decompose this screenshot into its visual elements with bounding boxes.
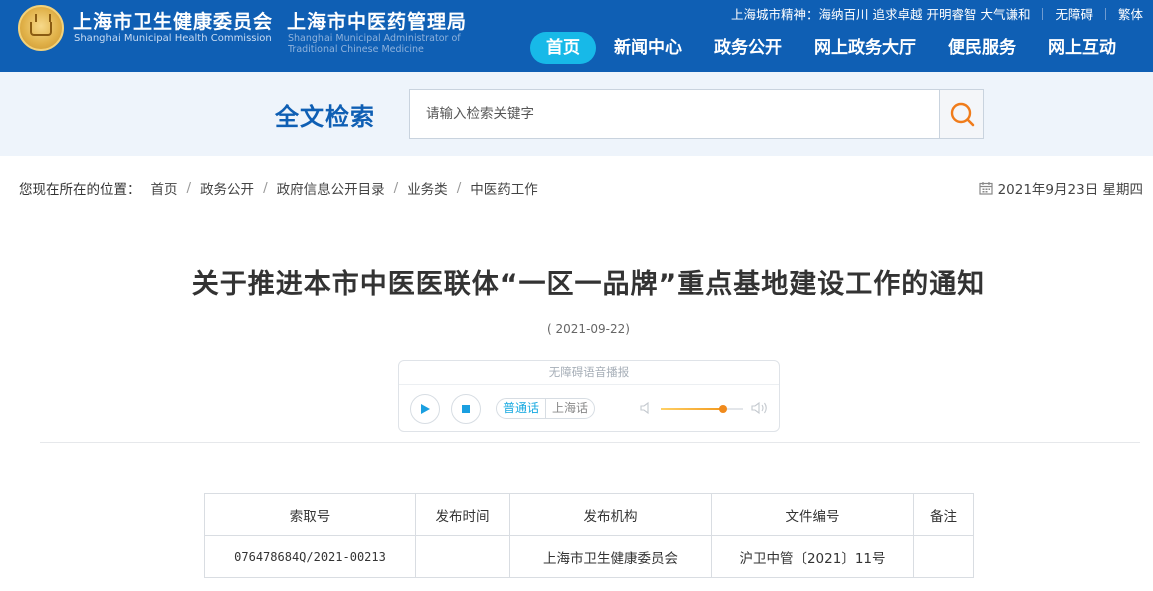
- breadcrumb-separator: /: [393, 180, 399, 196]
- breadcrumb-item-gov-affairs[interactable]: 政务公开: [200, 178, 254, 198]
- content-divider: [40, 442, 1140, 443]
- search-icon: [950, 102, 974, 127]
- main-nav: 首页 新闻中心 政务公开 网上政务大厅 便民服务 网上互动: [530, 32, 1132, 64]
- language-switch: 普通话 上海话: [496, 398, 596, 419]
- document-info-table: 索取号 发布时间 发布机构 文件编号 备注 076478684Q/2021-00…: [204, 493, 974, 578]
- calendar-icon: [978, 182, 993, 195]
- city-motto: 上海城市精神：海纳百川 追求卓越 开明睿智 大气谦和: [731, 7, 1031, 22]
- org-name-en: Shanghai Municipal Health Commission: [74, 33, 272, 44]
- nav-news[interactable]: 新闻中心: [598, 32, 698, 64]
- site-header: 上海市卫生健康委员会 Shanghai Municipal Health Com…: [0, 0, 1153, 72]
- today-date: 2021年9月23日 星期四: [978, 178, 1143, 198]
- play-icon: [421, 404, 430, 414]
- breadcrumb-separator: /: [263, 180, 268, 196]
- article-title: 关于推进本市中医医联体“一区一品牌”重点基地建设工作的通知: [191, 269, 986, 300]
- search-band: 全文检索: [0, 72, 1153, 156]
- emblem-logo-icon[interactable]: [18, 5, 64, 51]
- today-date-text: 2021年9月23日 星期四: [997, 182, 1143, 198]
- breadcrumb-separator: /: [186, 180, 192, 196]
- nav-public-services[interactable]: 便民服务: [932, 32, 1032, 64]
- breadcrumb-label: 您现在所在的位置：: [19, 182, 141, 198]
- table-row: 076478684Q/2021-00213 上海市卫生健康委员会 沪卫中管〔20…: [204, 535, 974, 578]
- volume-level: [661, 408, 723, 410]
- column-header-doc-number: 文件编号: [711, 493, 914, 536]
- breadcrumb-item-tcm[interactable]: 中医药工作: [470, 178, 538, 198]
- play-button[interactable]: [410, 394, 440, 424]
- org2-name-cn[interactable]: 上海市中医药管理局: [287, 7, 467, 34]
- lang-shanghainese[interactable]: 上海话: [546, 399, 594, 418]
- cell-index-no: 076478684Q/2021-00213: [204, 535, 416, 578]
- search-button[interactable]: [939, 89, 984, 139]
- breadcrumb-separator: /: [456, 180, 462, 196]
- search-input[interactable]: [409, 89, 940, 139]
- table-header-row: 索取号 发布时间 发布机构 文件编号 备注: [204, 493, 974, 536]
- cell-doc-number: 沪卫中管〔2021〕11号: [711, 535, 914, 578]
- org-name-cn[interactable]: 上海市卫生健康委员会: [73, 7, 273, 34]
- volume-high-icon[interactable]: [751, 400, 769, 416]
- breadcrumb: 您现在所在的位置： 首页 / 政务公开 / 政府信息公开目录 / 业务类 / 中…: [19, 178, 538, 198]
- nav-home[interactable]: 首页: [530, 32, 596, 64]
- top-links: 上海城市精神：海纳百川 追求卓越 开明睿智 大气谦和 无障碍 繁体: [731, 4, 1143, 23]
- column-header-issuer: 发布机构: [509, 493, 712, 536]
- audio-title: 无障碍语音播报: [399, 361, 779, 385]
- stop-icon: [462, 405, 470, 413]
- column-header-index-no: 索取号: [204, 493, 416, 536]
- article-date: ( 2021-09-22): [547, 322, 630, 336]
- divider: [1104, 7, 1106, 20]
- breadcrumb-item-catalog[interactable]: 政府信息公开目录: [277, 178, 385, 198]
- breadcrumb-item-home[interactable]: 首页: [151, 178, 178, 198]
- lang-mandarin[interactable]: 普通话: [497, 399, 547, 418]
- cell-publish-time: [415, 535, 510, 578]
- stop-button[interactable]: [451, 394, 481, 424]
- cell-issuer: 上海市卫生健康委员会: [509, 535, 712, 578]
- nav-interaction[interactable]: 网上互动: [1032, 32, 1132, 64]
- breadcrumb-item-business[interactable]: 业务类: [407, 178, 448, 198]
- divider: [1042, 7, 1044, 20]
- org2-name-en: Shanghai Municipal Administrator of Trad…: [288, 33, 461, 55]
- volume-slider[interactable]: [661, 405, 743, 413]
- nav-online-services[interactable]: 网上政务大厅: [798, 32, 932, 64]
- search-title: 全文检索: [275, 103, 375, 131]
- audio-player: 无障碍语音播报 普通话 上海话: [398, 360, 780, 432]
- accessibility-link[interactable]: 无障碍: [1055, 4, 1093, 23]
- nav-government-affairs[interactable]: 政务公开: [698, 32, 798, 64]
- volume-low-icon[interactable]: [640, 401, 652, 415]
- volume-handle[interactable]: [718, 405, 727, 413]
- column-header-publish-time: 发布时间: [415, 493, 510, 536]
- cell-remarks: [913, 535, 974, 578]
- traditional-chinese-link[interactable]: 繁体: [1118, 4, 1143, 23]
- column-header-remarks: 备注: [913, 493, 974, 536]
